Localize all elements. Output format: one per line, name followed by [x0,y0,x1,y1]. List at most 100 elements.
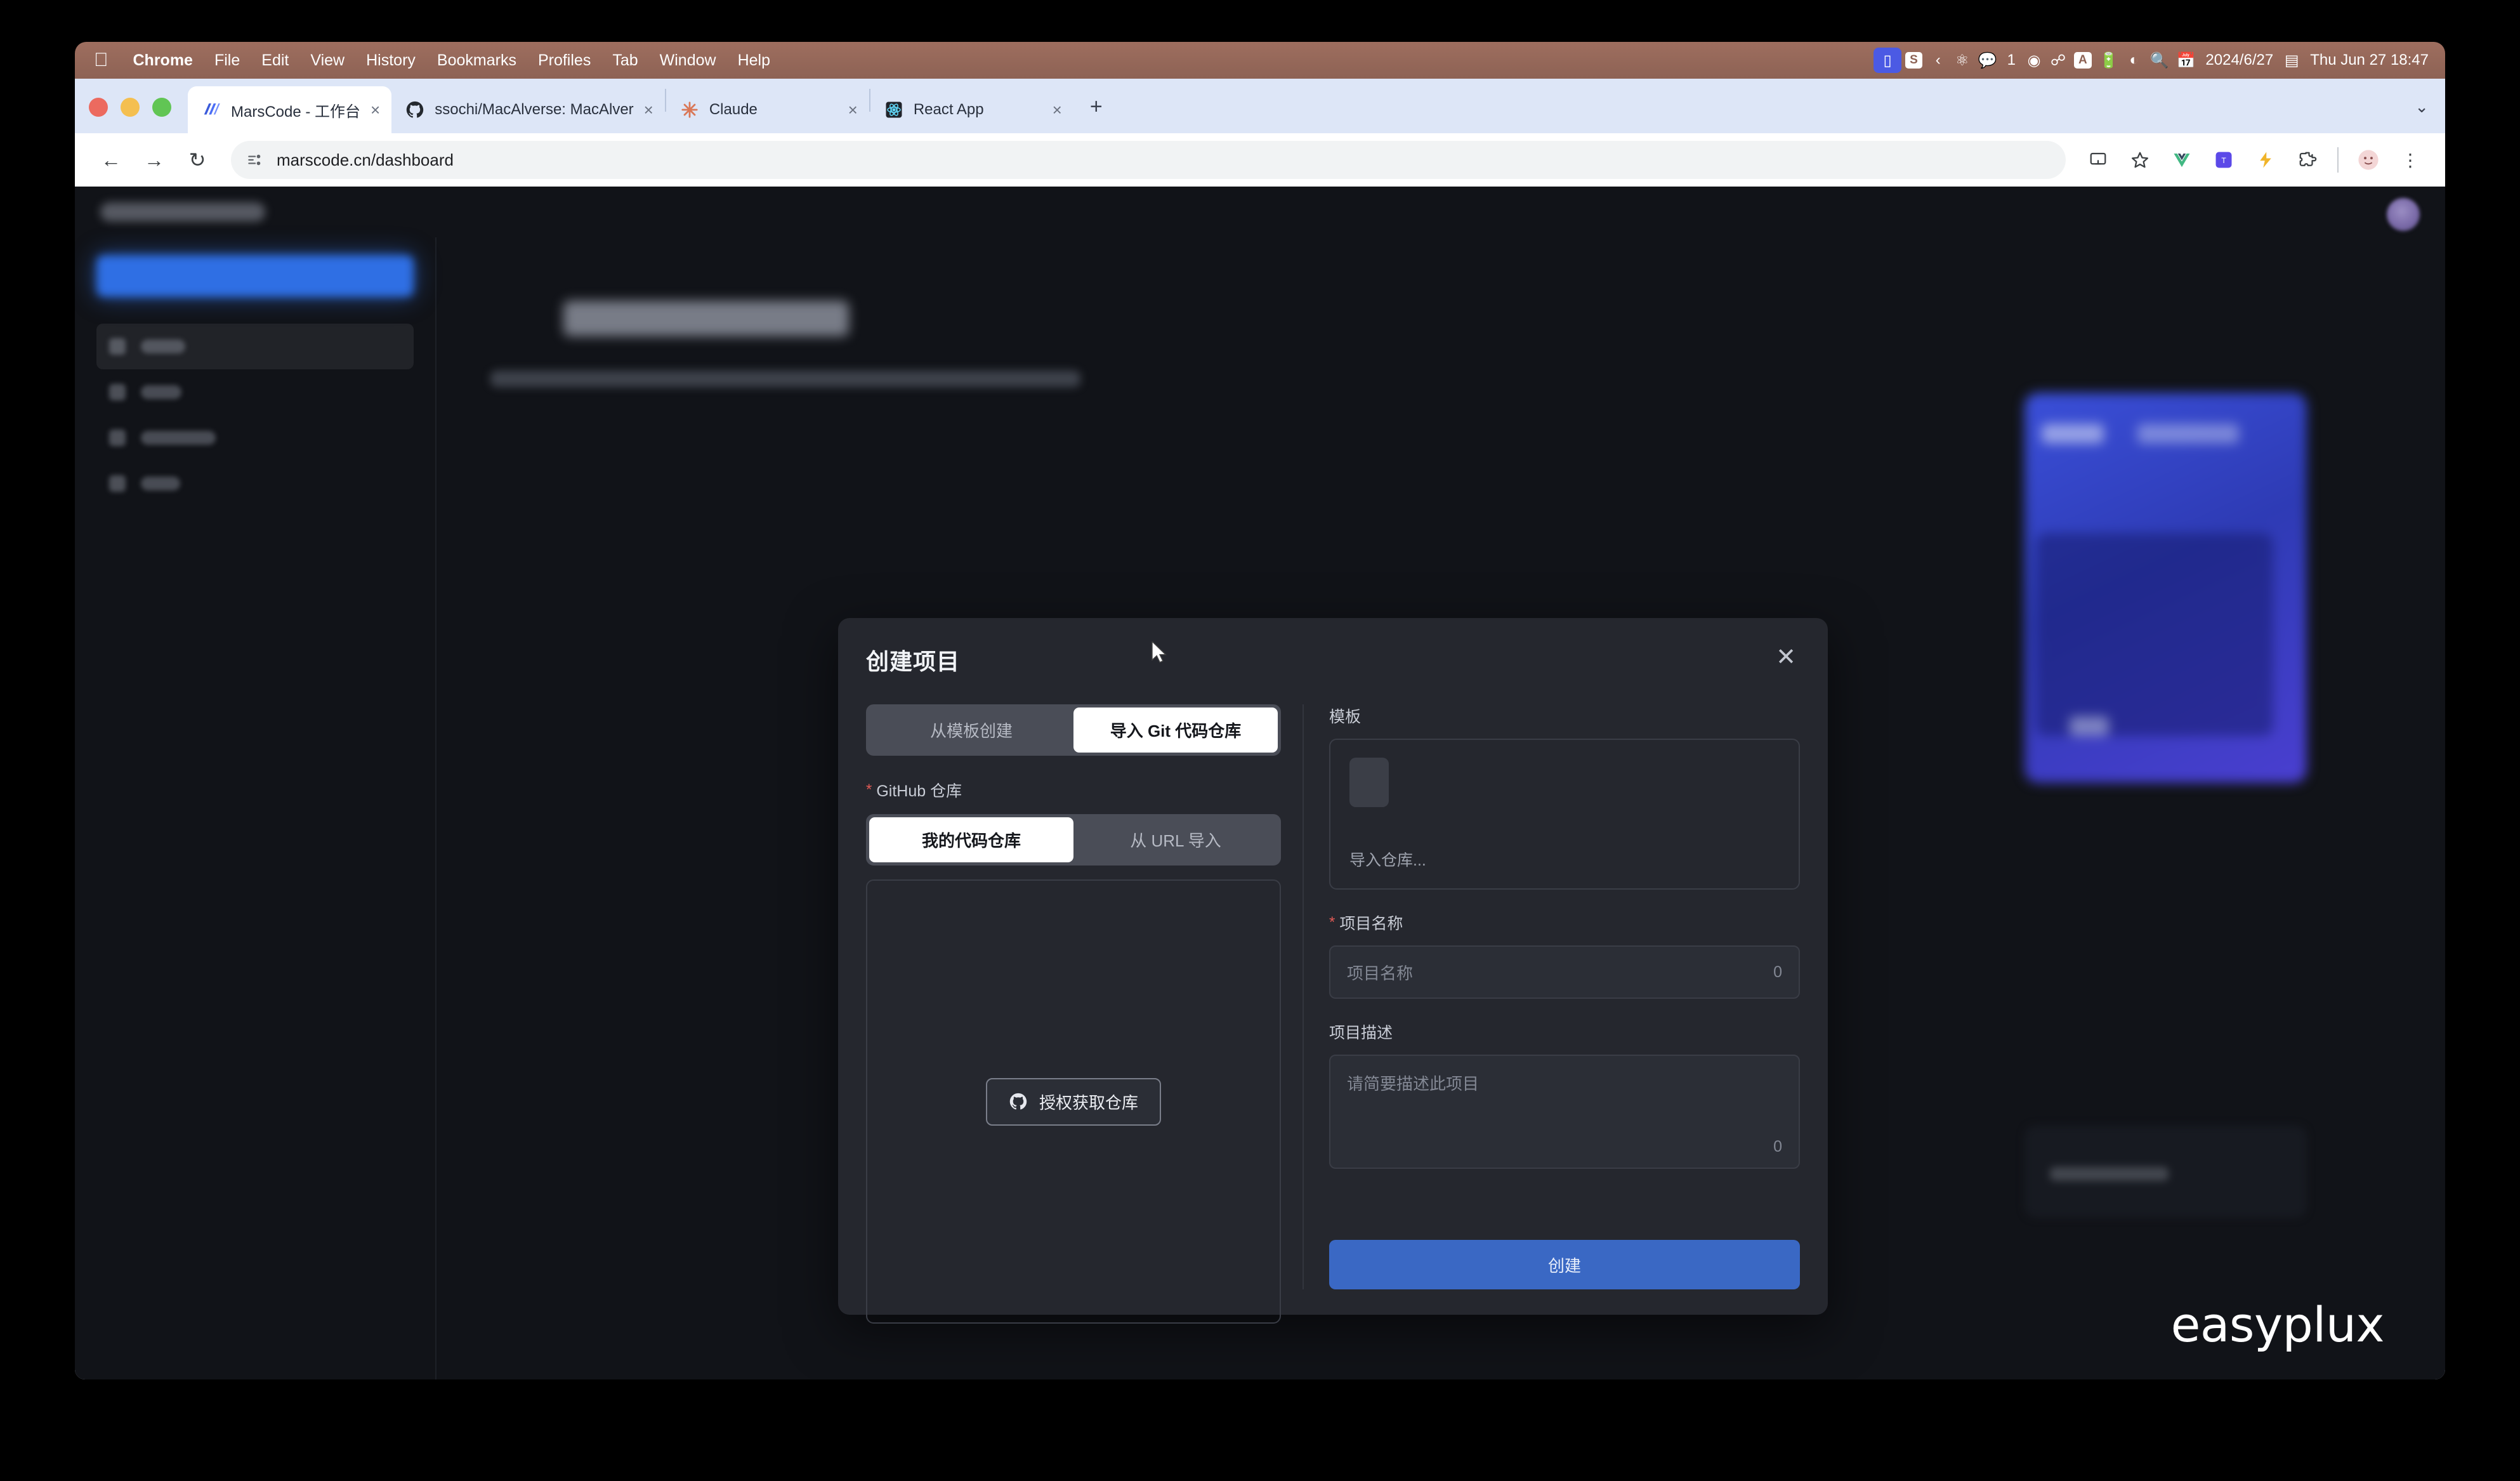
menu-bar-status-group: ▯ S ‹ ⚛ 💬 1 ◉ ☍ A 🔋 ◐ 🔍 📅 2024/6/27 ▤ Th… [1874,48,2435,73]
project-description-counter: 0 [1773,1138,1782,1155]
wechat-icon[interactable]: 💬 [1974,48,2001,73]
apple-logo-icon[interactable]:  [85,51,122,70]
close-icon[interactable]: ✕ [1772,643,1800,671]
cast-icon[interactable] [2080,142,2116,178]
dialog-left-column: 从模板创建 导入 Git 代码仓库 * GitHub 仓库 我的代码仓库 从 U… [866,704,1304,1324]
menu-bar-clock[interactable]: Thu Jun 27 18:47 [2304,51,2435,69]
address-bar-url: marscode.cn/dashboard [277,150,454,169]
tab-list-chevron-down-icon[interactable]: ⌄ [2398,97,2445,133]
search-icon[interactable]: 🔍 [2146,48,2173,73]
new-tab-button[interactable]: + [1073,95,1119,133]
tab-close-icon[interactable]: × [1053,100,1062,120]
chrome-menu-icon[interactable]: ⋮ [2392,142,2429,178]
minimize-window-button[interactable] [121,98,140,117]
toolbar-divider [2337,147,2339,173]
input-source-a-icon[interactable]: A [2070,48,2096,73]
brain-icon[interactable]: ⚛ [1950,48,1974,73]
modal-overlay: 创建项目 ✕ 从模板创建 导入 Git 代码仓库 * GitHub 仓库 我的代… [75,187,2445,1379]
project-name-input[interactable]: 项目名称 0 [1329,945,1800,999]
mouse-cursor [1152,642,1167,663]
project-description-input[interactable]: 请简要描述此项目 0 [1329,1055,1800,1169]
browser-tab-react-app[interactable]: React App × [870,86,1073,133]
tab-title: Claude [709,101,758,118]
lightning-extension-icon[interactable] [2247,142,2284,178]
reload-icon[interactable]: ↻ [178,140,217,180]
dialog-columns: 从模板创建 导入 Git 代码仓库 * GitHub 仓库 我的代码仓库 从 U… [866,704,1800,1324]
menu-item-file[interactable]: File [204,51,251,70]
control-center-icon[interactable]: ▤ [2280,48,2304,73]
project-name-counter: 0 [1773,963,1782,981]
maximize-window-button[interactable] [152,98,171,117]
vue-devtools-icon[interactable] [2163,142,2200,178]
play-circle-icon[interactable]: ◉ [2022,48,2046,73]
screen-recording-icon[interactable]: ▯ [1874,48,1902,73]
tango-extension-icon[interactable]: T [2205,142,2242,178]
dialog-header: 创建项目 ✕ [866,643,1800,676]
wifi-icon[interactable]: ◐ [2122,48,2146,73]
source-type-tabs: 从模板创建 导入 Git 代码仓库 [866,704,1281,756]
template-name: 导入仓库... [1349,852,1426,869]
browser-tab-strip: MarsCode - 工作台 × ssochi/MacAlverse: MacA… [75,79,2445,133]
tab-close-icon[interactable]: × [644,100,653,120]
tab-close-icon[interactable]: × [848,100,858,120]
tab-from-template[interactable]: 从模板创建 [869,708,1073,753]
browser-tab-marscode[interactable]: MarsCode - 工作台 × [188,86,392,133]
menu-item-help[interactable]: Help [727,51,781,70]
stats-s-icon[interactable]: S [1901,48,1926,73]
chevron-left-icon[interactable]: ‹ [1926,48,1950,73]
page-info-icon[interactable] [246,152,263,168]
macos-menu-bar:  Chrome File Edit View History Bookmark… [75,42,2445,79]
svg-text:T: T [2221,157,2226,165]
project-name-label: * 项目名称 [1329,911,1800,934]
repository-list-panel: 授权获取仓库 [866,879,1281,1324]
template-thumbnail-icon [1349,758,1389,807]
template-card[interactable]: 导入仓库... [1329,739,1800,890]
menu-bar-date: 2024/6/27 [2205,51,2274,69]
browser-tab-claude[interactable]: Claude × [666,86,869,133]
tab-close-icon[interactable]: × [371,100,380,120]
extensions-puzzle-icon[interactable] [2289,142,2326,178]
wechat-badge-count: 1 [2007,51,2016,69]
menu-item-bookmarks[interactable]: Bookmarks [426,51,527,70]
menu-item-tab[interactable]: Tab [601,51,648,70]
menu-item-profiles[interactable]: Profiles [527,51,601,70]
dialog-title: 创建项目 [866,648,961,675]
close-window-button[interactable] [89,98,108,117]
tab-my-repositories[interactable]: 我的代码仓库 [869,817,1073,862]
menu-item-window[interactable]: Window [649,51,727,70]
calendar-icon[interactable]: 📅 [2173,48,2200,73]
marscode-icon [204,103,220,115]
menu-bar-left-group:  Chrome File Edit View History Bookmark… [85,51,781,70]
github-icon [406,101,424,118]
github-repo-label-text: GitHub 仓库 [876,782,962,800]
back-arrow-icon[interactable]: ← [91,140,131,180]
authorize-fetch-repos-button[interactable]: 授权获取仓库 [985,1077,1161,1126]
authorize-button-label: 授权获取仓库 [1039,1093,1138,1112]
tab-import-from-url[interactable]: 从 URL 导入 [1073,817,1278,862]
browser-toolbar: ← → ↻ marscode.cn/dashboard T ⋮ [75,133,2445,187]
address-bar[interactable]: marscode.cn/dashboard [231,141,2066,179]
tab-title: React App [913,101,984,118]
menu-item-view[interactable]: View [299,51,355,70]
project-description-placeholder: 请简要描述此项目 [1347,1074,1480,1093]
tab-title: MarsCode - 工作台 [231,103,361,121]
menu-item-edit[interactable]: Edit [251,51,299,70]
marscode-dashboard-page: easyplux 创建项目 ✕ 从模板创建 导入 Git 代码仓库 * GitH… [75,187,2445,1379]
required-asterisk: * [1329,914,1335,931]
project-name-placeholder: 项目名称 [1347,963,1414,983]
create-button[interactable]: 创建 [1329,1240,1800,1289]
forward-arrow-icon[interactable]: → [135,140,174,180]
input-source-label: A [2074,52,2092,69]
desktop-background:  Chrome File Edit View History Bookmark… [0,0,2520,1481]
template-label: 模板 [1329,708,1362,726]
browser-tab-github[interactable]: ssochi/MacAlverse: MacAlver × [391,86,665,133]
bluetooth-icon[interactable]: ☍ [2046,48,2070,73]
menu-item-history[interactable]: History [355,51,426,70]
profile-avatar-icon[interactable] [2350,142,2387,178]
tab-import-git-repo[interactable]: 导入 Git 代码仓库 [1073,708,1278,753]
claude-icon [681,102,698,118]
menu-item-chrome[interactable]: Chrome [122,51,204,70]
battery-icon[interactable]: 🔋 [2096,48,2122,73]
tab-title: ssochi/MacAlverse: MacAlver [435,101,634,118]
bookmark-star-icon[interactable] [2122,142,2158,178]
